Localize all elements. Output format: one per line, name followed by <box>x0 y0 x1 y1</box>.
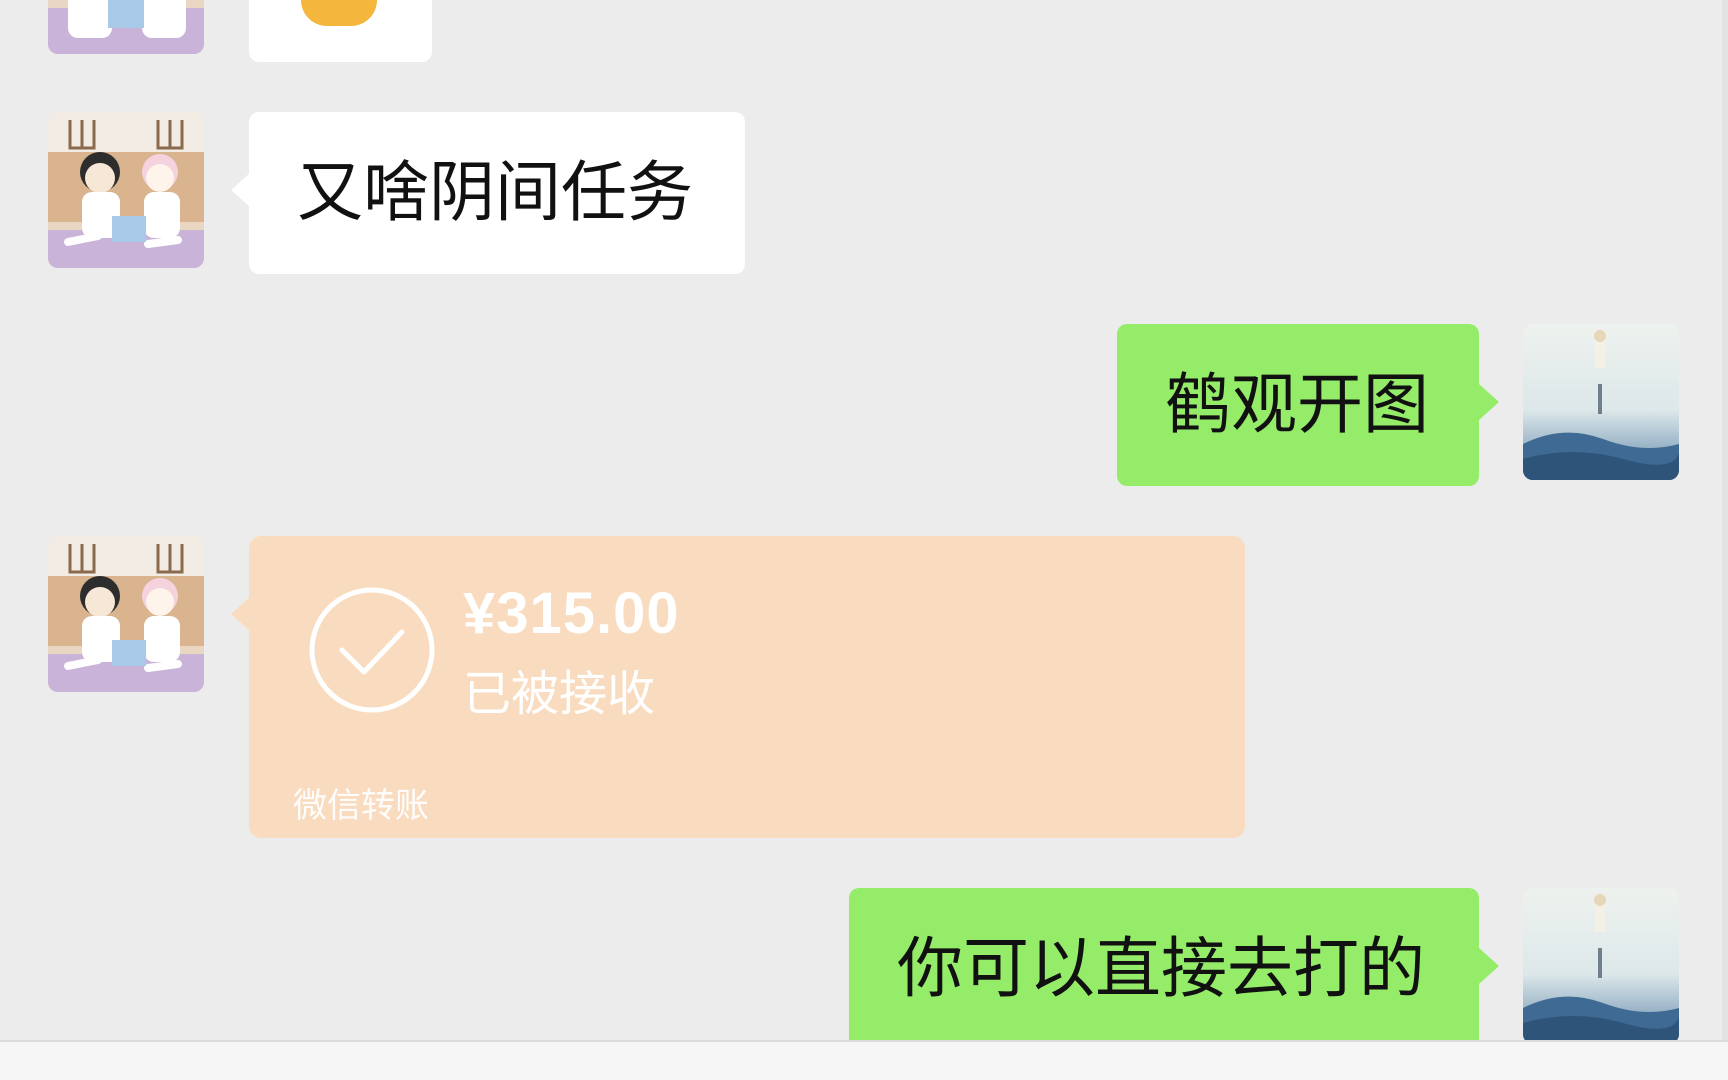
emoji-sticker-icon <box>301 0 377 26</box>
incoming-message-bubble[interactable]: 又啥阴间任务 <box>231 112 745 274</box>
transfer-amount: ¥315.00 <box>463 581 680 646</box>
outgoing-message-bubble[interactable]: 鹤观开图 <box>1117 324 1499 486</box>
contact-avatar[interactable] <box>48 536 204 692</box>
message-text: 你可以直接去打的 <box>897 930 1425 1007</box>
contact-avatar[interactable] <box>48 0 204 54</box>
self-avatar-image <box>1523 888 1679 1044</box>
outgoing-message-bubble[interactable]: 你可以直接去打的 <box>849 888 1499 1050</box>
contact-avatar-image <box>48 112 204 268</box>
transfer-status: 已被接收 <box>463 666 656 722</box>
scroll-edge <box>1722 0 1728 1040</box>
sticker-message[interactable] <box>249 0 432 62</box>
self-avatar[interactable] <box>1523 888 1679 1044</box>
check-circle-icon <box>309 587 435 713</box>
message-text: 鹤观开图 <box>1165 366 1429 443</box>
chat-view: 又啥阴间任务 鹤观开图 ¥315.00 已被接收 微信转账 你可以直接去打的 <box>0 0 1728 1080</box>
input-bar[interactable] <box>0 1040 1728 1080</box>
self-avatar[interactable] <box>1523 324 1679 480</box>
message-text: 又啥阴间任务 <box>297 154 693 231</box>
contact-avatar-image <box>48 536 204 692</box>
contact-avatar-image <box>48 0 204 54</box>
transfer-card[interactable]: ¥315.00 已被接收 微信转账 <box>231 536 1245 838</box>
contact-avatar[interactable] <box>48 112 204 268</box>
self-avatar-image <box>1523 324 1679 480</box>
transfer-brand-label: 微信转账 <box>293 786 429 826</box>
